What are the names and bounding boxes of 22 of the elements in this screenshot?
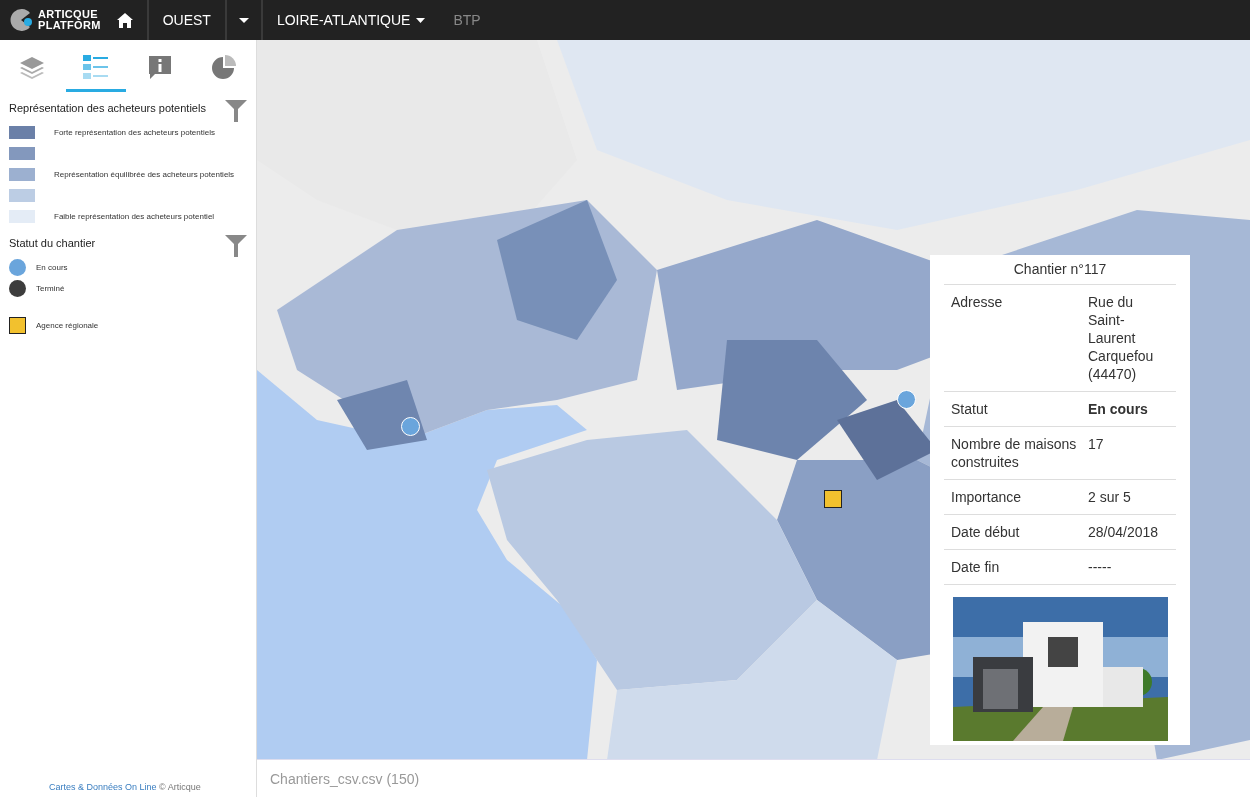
logo-text: ARTICQUE PLATFORM <box>38 9 101 31</box>
home-icon <box>116 12 133 28</box>
filter-icon[interactable] <box>225 100 247 122</box>
info-icon <box>147 53 173 80</box>
legend-label: Terminé <box>36 284 65 293</box>
legend-label: Forte représentation des acheteurs potentiels <box>54 128 215 137</box>
pie-chart-icon <box>211 53 237 80</box>
legend-icon <box>83 54 109 79</box>
caret-icon <box>238 17 249 23</box>
nav-menu-item[interactable]: BTP <box>439 0 495 40</box>
nav-menu-item[interactable]: LOIRE-ATLANTIQUE <box>262 0 440 40</box>
legend-label: Représentation équilibrée des acheteurs potentiels <box>54 170 235 179</box>
legend-label: Agence régionale <box>36 321 99 330</box>
logo-icon <box>8 7 34 33</box>
credits-link[interactable]: Cartes & Données On Line <box>49 782 157 792</box>
credits-text: Cartes & Données On Line © Articque <box>48 782 202 794</box>
legend-label: En cours <box>36 263 68 272</box>
legend-title: Statut du chantier <box>9 237 96 249</box>
filter-icon[interactable] <box>225 235 247 257</box>
legend-label: Faible représentation des acheteurs potentiel <box>54 212 215 221</box>
legend-title: Représentation des acheteurs potentiels <box>9 102 206 114</box>
nav-menu-item[interactable]: OUEST <box>148 0 225 40</box>
